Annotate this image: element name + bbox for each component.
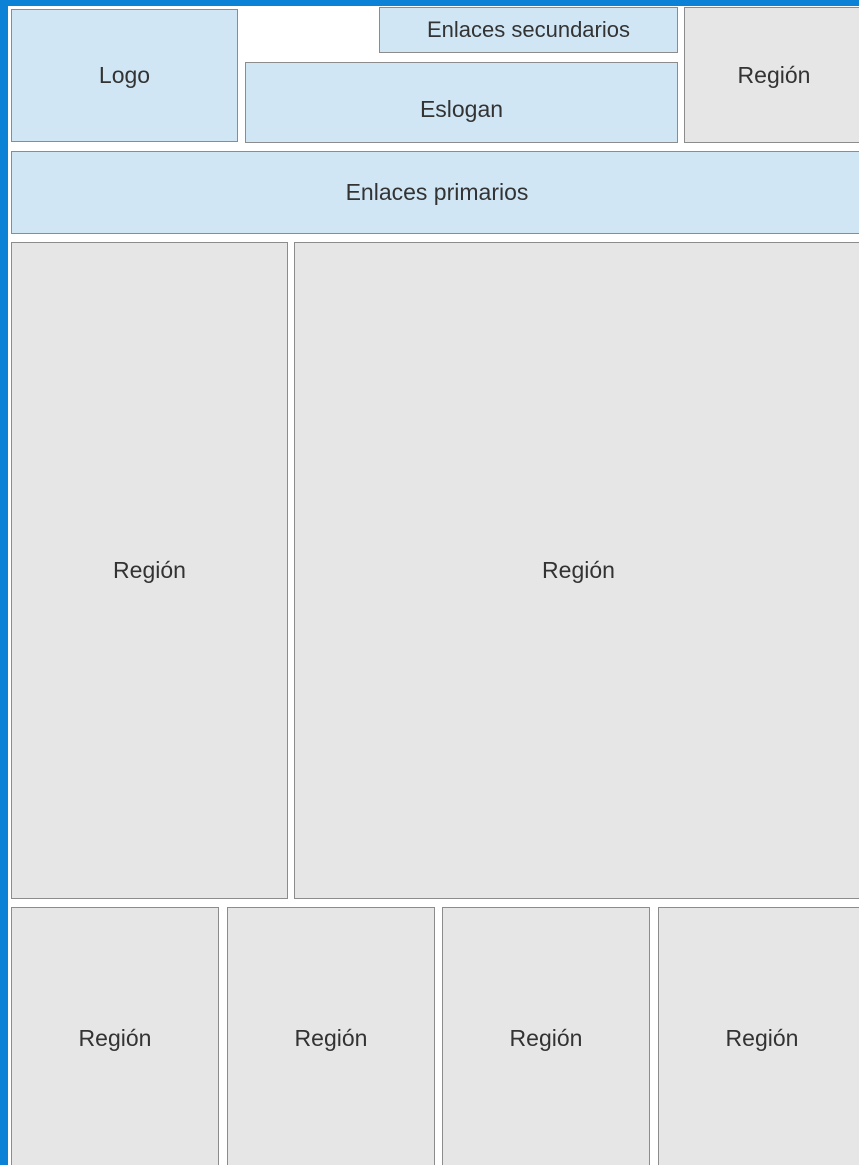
secondary-links-label: Enlaces secundarios	[426, 17, 630, 42]
footer-region-label: Región	[725, 1024, 799, 1051]
footer-region-label: Región	[78, 1024, 152, 1051]
secondary-links-block: Enlaces secundarios	[379, 7, 678, 53]
footer-region-3: Región	[442, 907, 650, 1165]
footer-region-4: Región	[658, 907, 859, 1165]
sidebar-region: Región	[11, 242, 288, 899]
header-region-label: Región	[737, 61, 811, 88]
footer-region-2: Región	[227, 907, 435, 1165]
primary-links-label: Enlaces primarios	[345, 179, 529, 205]
slogan-block: Eslogan	[245, 62, 678, 143]
footer-region-label: Región	[509, 1024, 583, 1051]
logo-label: Logo	[98, 62, 151, 88]
footer-region-label: Región	[294, 1024, 368, 1051]
main-region-label: Región	[542, 557, 615, 583]
main-region: Región	[294, 242, 859, 899]
footer-region-1: Región	[11, 907, 219, 1165]
header-region: Región	[684, 7, 859, 143]
slogan-label: Eslogan	[419, 96, 504, 122]
layout-wireframe: Logo Enlaces secundarios Eslogan Región …	[8, 6, 859, 1165]
logo-block: Logo	[11, 9, 238, 142]
sidebar-region-label: Región	[113, 557, 186, 583]
primary-links-block: Enlaces primarios	[11, 151, 859, 234]
